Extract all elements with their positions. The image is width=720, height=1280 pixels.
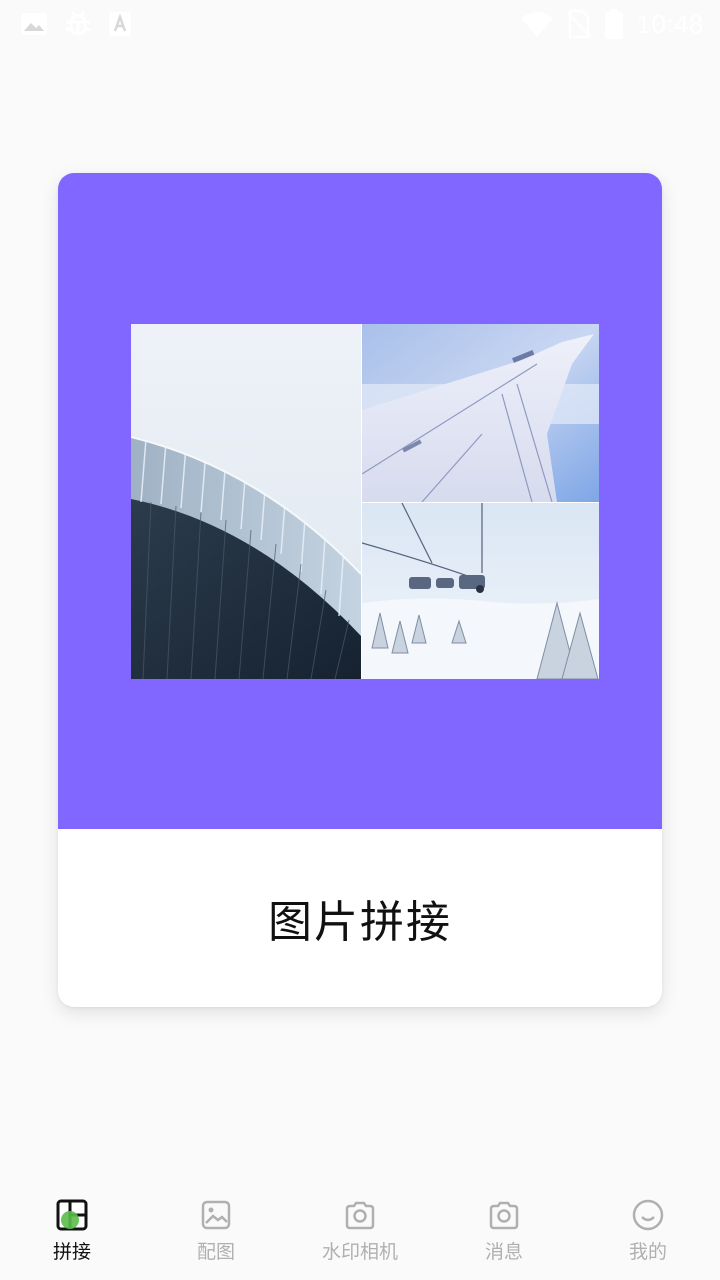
tab-profile[interactable]: 我的 [576,1186,720,1280]
status-bar: 10:48 [0,0,720,48]
collage-icon [55,1198,89,1232]
card-banner [58,173,662,829]
collage-photo-building [131,324,361,679]
android-a-icon [108,11,132,37]
tab-watermark-camera[interactable]: 水印相机 [288,1186,432,1280]
camera-icon [343,1198,377,1232]
status-bar-left [20,8,132,40]
no-sim-icon [566,9,592,39]
tab-label: 拼接 [52,1241,91,1263]
tab-collage[interactable]: 拼接 [0,1186,144,1280]
clock-time: 10:48 [636,8,704,39]
bug-icon [62,8,94,40]
tab-picture[interactable]: 配图 [144,1186,288,1280]
camera-icon [487,1198,521,1232]
collage-preview [131,324,599,679]
collage-photo-airplane-wing [362,324,599,502]
tab-label: 水印相机 [321,1241,398,1263]
tab-label: 消息 [484,1241,523,1263]
status-bar-right: 10:48 [520,8,704,40]
wifi-icon [520,10,554,38]
picture-icon [199,1198,233,1232]
collage-photo-ski-lift [362,503,599,679]
tab-label: 我的 [628,1241,667,1263]
tab-messages[interactable]: 消息 [432,1186,576,1280]
collage-feature-card[interactable]: 图片拼接 [58,173,662,1007]
bottom-navigation: 拼接 配图 水印相机 消息 我的 [0,1186,720,1280]
card-title: 图片拼接 [268,897,452,948]
battery-icon [604,8,624,40]
tab-label: 配图 [196,1241,235,1263]
smile-icon [631,1198,665,1232]
image-icon [20,12,48,36]
